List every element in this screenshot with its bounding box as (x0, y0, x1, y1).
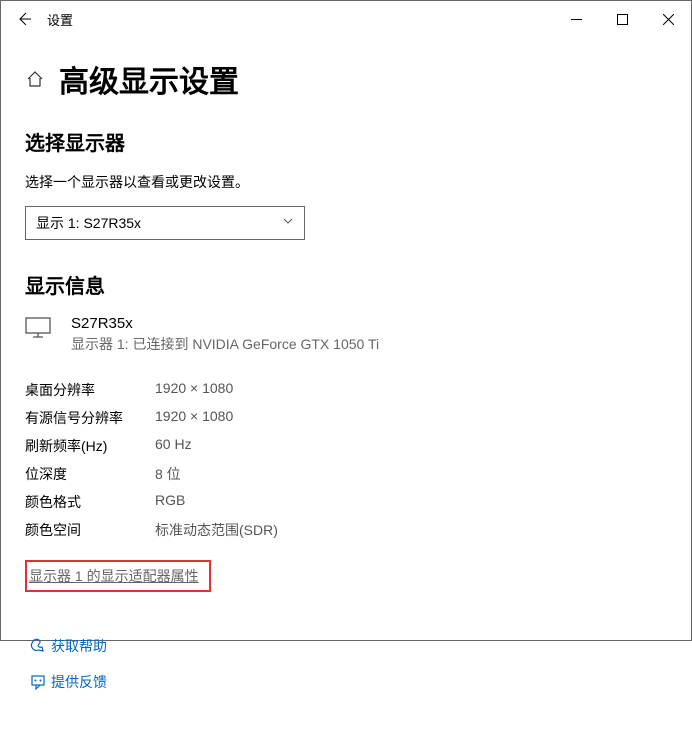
feedback-icon (25, 674, 51, 690)
arrow-left-icon (16, 11, 32, 27)
display-info-heading: 显示信息 (25, 270, 667, 299)
monitor-connection: 显示器 1: 已连接到 NVIDIA GeForce GTX 1050 Ti (71, 334, 379, 354)
content-area: 高级显示设置 选择显示器 选择一个显示器以查看或更改设置。 显示 1: S27R… (1, 57, 691, 732)
get-help-link[interactable]: 获取帮助 (25, 636, 667, 656)
close-icon (663, 14, 674, 25)
info-label: 有源信号分辨率 (25, 404, 155, 432)
titlebar: 设置 (1, 1, 691, 37)
info-value: 8 位 (155, 460, 278, 488)
info-row: 位深度8 位 (25, 460, 278, 488)
info-value: 标准动态范围(SDR) (155, 516, 278, 544)
monitor-icon (25, 317, 53, 339)
info-row: 刷新频率(Hz)60 Hz (25, 432, 278, 460)
info-label: 刷新频率(Hz) (25, 432, 155, 460)
info-value: RGB (155, 488, 278, 516)
monitor-name: S27R35x (71, 315, 379, 332)
display-info-table: 桌面分辨率1920 × 1080有源信号分辨率1920 × 1080刷新频率(H… (25, 376, 278, 544)
info-value: 1920 × 1080 (155, 404, 278, 432)
close-button[interactable] (645, 2, 691, 36)
info-value: 1920 × 1080 (155, 376, 278, 404)
info-label: 位深度 (25, 460, 155, 488)
display-selector-value: 显示 1: S27R35x (36, 213, 141, 233)
chevron-down-icon (282, 215, 294, 227)
select-display-subtitle: 选择一个显示器以查看或更改设置。 (25, 172, 667, 192)
maximize-button[interactable] (599, 2, 645, 36)
info-label: 颜色格式 (25, 488, 155, 516)
give-feedback-label: 提供反馈 (51, 672, 107, 692)
info-row: 有源信号分辨率1920 × 1080 (25, 404, 278, 432)
give-feedback-link[interactable]: 提供反馈 (25, 672, 667, 692)
back-button[interactable] (7, 2, 41, 36)
page-title: 高级显示设置 (59, 57, 239, 101)
info-row: 桌面分辨率1920 × 1080 (25, 376, 278, 404)
info-label: 桌面分辨率 (25, 376, 155, 404)
maximize-icon (617, 14, 628, 25)
monitor-summary: S27R35x 显示器 1: 已连接到 NVIDIA GeForce GTX 1… (25, 315, 667, 354)
get-help-label: 获取帮助 (51, 636, 107, 656)
select-display-heading: 选择显示器 (25, 127, 667, 156)
help-icon (25, 638, 51, 654)
adapter-properties-link[interactable]: 显示器 1 的显示适配器属性 (25, 560, 211, 592)
info-row: 颜色格式RGB (25, 488, 278, 516)
info-label: 颜色空间 (25, 516, 155, 544)
display-selector-dropdown[interactable]: 显示 1: S27R35x (25, 206, 305, 240)
info-value: 60 Hz (155, 432, 278, 460)
home-icon[interactable] (25, 69, 45, 89)
info-row: 颜色空间标准动态范围(SDR) (25, 516, 278, 544)
minimize-button[interactable] (553, 2, 599, 36)
app-title: 设置 (41, 10, 73, 29)
minimize-icon (571, 14, 582, 25)
